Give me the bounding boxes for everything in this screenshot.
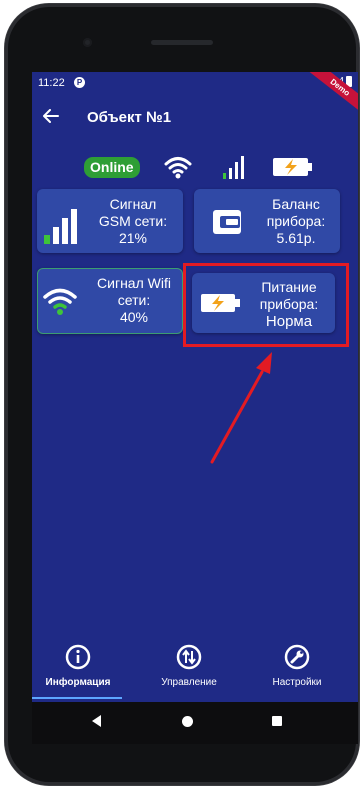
- signal-bars-icon: [223, 156, 244, 179]
- card-label: GSM сети:: [98, 213, 168, 229]
- card-value: 40%: [119, 309, 149, 325]
- system-back-icon[interactable]: [92, 715, 101, 727]
- status-bar: 11:22 P 4: [32, 72, 358, 94]
- nav-label: Информация: [45, 677, 111, 688]
- battery-charging-icon: [273, 158, 312, 176]
- nav-settings[interactable]: Настройки: [247, 644, 347, 688]
- active-tab-indicator: [32, 697, 122, 699]
- app-bar: Объект №1: [32, 98, 358, 136]
- card-value: Норма: [265, 313, 313, 330]
- power-card[interactable]: Питание прибора: Норма: [192, 273, 335, 333]
- card-label: Баланс: [272, 196, 320, 212]
- earpiece-speaker: [151, 40, 213, 45]
- system-recents-icon[interactable]: [272, 716, 282, 726]
- nav-label: Управление: [161, 677, 217, 688]
- card-value: 21%: [118, 230, 148, 246]
- status-time: 11:22: [38, 77, 65, 89]
- card-value: 5.61р.: [276, 230, 316, 246]
- card-label: прибора:: [266, 213, 326, 229]
- control-arrows-icon: [176, 644, 202, 670]
- card-label: Сигнал: [109, 196, 157, 212]
- system-navigation-bar: [32, 702, 358, 744]
- card-label: Сигнал Wifi: [97, 275, 171, 291]
- wifi-signal-card[interactable]: Сигнал Wifi сети: 40%: [37, 268, 183, 334]
- back-button[interactable]: [40, 105, 62, 127]
- phone-frame: 11:22 P 4 Demo Объект №1 Online: [5, 4, 359, 785]
- arrow-left-icon: [43, 109, 59, 123]
- info-icon: [65, 644, 91, 670]
- card-label: Питание: [261, 279, 317, 295]
- balance-card[interactable]: Баланс прибора: 5.61р.: [194, 189, 340, 253]
- card-label: прибора:: [259, 296, 319, 312]
- online-badge: Online: [84, 157, 140, 178]
- signal-bars-icon: [44, 209, 77, 244]
- wifi-icon: [164, 157, 192, 179]
- nav-info[interactable]: Информация: [32, 644, 128, 688]
- front-camera: [83, 38, 92, 47]
- wifi-icon: [43, 288, 77, 315]
- card-label: сети:: [117, 292, 151, 308]
- wrench-icon: [284, 644, 310, 670]
- system-home-icon[interactable]: [182, 716, 193, 727]
- nav-control[interactable]: Управление: [139, 644, 239, 688]
- gsm-signal-card[interactable]: Сигнал GSM сети: 21%: [37, 189, 183, 253]
- page-title: Объект №1: [87, 109, 172, 126]
- wallet-icon: [213, 210, 241, 234]
- bottom-navigation: Информация Управление Настройки: [32, 640, 358, 700]
- connection-status-row: Online: [32, 154, 358, 180]
- nav-label: Настройки: [272, 677, 322, 688]
- app-screen: 11:22 P 4 Demo Объект №1 Online: [32, 72, 358, 744]
- battery-charging-icon: [201, 294, 240, 312]
- status-app-icon: P: [74, 77, 85, 88]
